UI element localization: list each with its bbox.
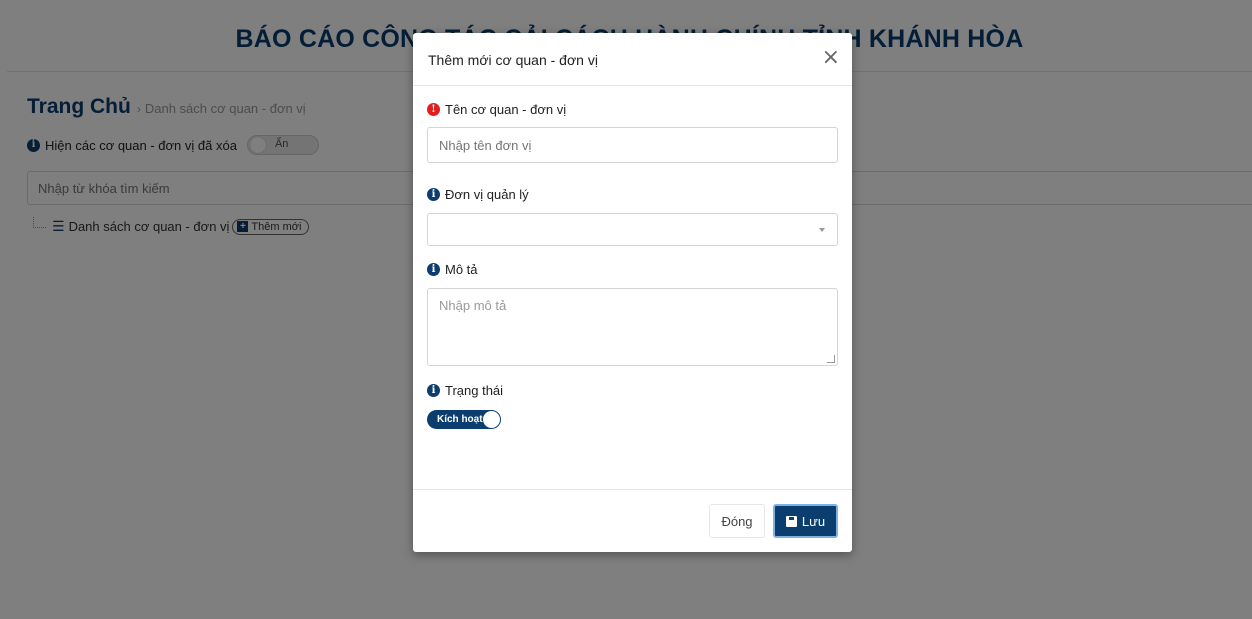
chevron-down-icon — [819, 228, 825, 232]
status-toggle[interactable]: Kích hoạt — [427, 410, 501, 429]
close-icon[interactable]: × — [822, 47, 840, 69]
name-field-label: Tên cơ quan - đơn vị — [445, 102, 567, 117]
info-icon: i — [427, 263, 440, 276]
name-input[interactable] — [427, 127, 838, 163]
name-field-label-row: ! Tên cơ quan - đơn vị — [427, 102, 566, 117]
add-organization-modal: Thêm mới cơ quan - đơn vị × ! Tên cơ qua… — [413, 33, 852, 552]
info-icon: i — [427, 384, 440, 397]
status-toggle-label: Kích hoạt — [437, 414, 483, 425]
parent-field-label-row: i Đơn vị quản lý — [427, 187, 529, 202]
description-textarea[interactable]: Nhập mô tả — [427, 288, 838, 366]
status-field-label: Trạng thái — [445, 383, 504, 398]
modal-footer: Đóng Lưu — [413, 489, 852, 552]
description-placeholder: Nhập mô tả — [439, 298, 507, 313]
required-info-icon: ! — [427, 103, 440, 116]
modal-title: Thêm mới cơ quan - đơn vị — [428, 52, 598, 68]
parent-select[interactable] — [427, 213, 838, 246]
toggle-knob — [483, 411, 500, 428]
save-button[interactable]: Lưu — [773, 504, 838, 538]
info-icon: i — [427, 188, 440, 201]
status-field-label-row: i Trạng thái — [427, 383, 503, 398]
modal-header: Thêm mới cơ quan - đơn vị × — [413, 33, 852, 86]
save-icon — [785, 515, 797, 527]
description-field-label-row: i Mô tả — [427, 262, 478, 277]
resize-grip-icon[interactable] — [827, 355, 835, 363]
close-button[interactable]: Đóng — [709, 504, 765, 538]
save-label: Lưu — [801, 513, 826, 529]
description-field-label: Mô tả — [445, 262, 478, 277]
parent-field-label: Đơn vị quản lý — [445, 187, 529, 202]
